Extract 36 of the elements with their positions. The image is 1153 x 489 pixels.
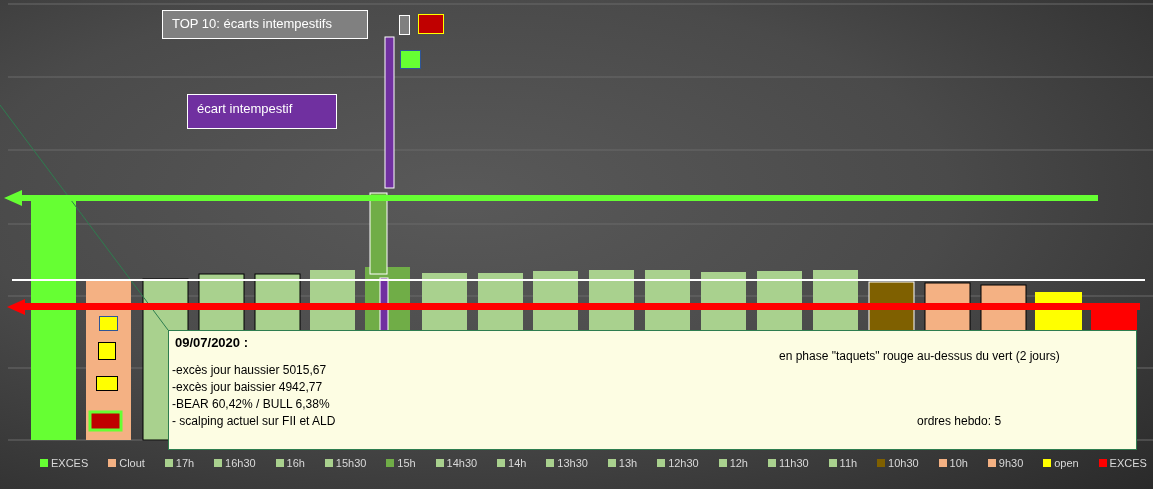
legend-label: 13h bbox=[618, 456, 638, 471]
legend-label: 12h bbox=[729, 456, 748, 471]
note-text: ordres hebdo: 5 bbox=[917, 413, 1002, 430]
note-line: -excès jour haussier 5015,67 bbox=[172, 362, 328, 379]
marker-square bbox=[418, 14, 444, 34]
marker-square bbox=[98, 342, 116, 360]
legend-label: 9h30 bbox=[998, 456, 1024, 471]
note-line: - scalping actuel sur FII et ALD bbox=[172, 413, 336, 430]
marker-square bbox=[400, 50, 421, 69]
note-line: -BEAR 60,42% / BULL 6,38% bbox=[172, 396, 331, 413]
legend-label: 17h bbox=[175, 456, 195, 471]
legend-label: 15h30 bbox=[335, 456, 367, 471]
legend-label: 14h bbox=[508, 456, 527, 471]
legend-label: 13h30 bbox=[557, 456, 588, 471]
legend-label: 11h bbox=[839, 456, 858, 471]
legend-label: 11h30 bbox=[778, 456, 809, 471]
marker-square bbox=[399, 15, 410, 35]
legend-label: 16h30 bbox=[225, 456, 256, 471]
marker-square bbox=[88, 410, 123, 432]
note-line: -excès jour baissier 4942,77 bbox=[172, 379, 324, 396]
legend-label: EXCES bbox=[1109, 456, 1147, 471]
label-box: écart intempestif bbox=[187, 94, 337, 129]
legend-label: 10h30 bbox=[888, 456, 919, 471]
legend-label: Clout bbox=[119, 456, 145, 471]
legend-label: 15h bbox=[397, 456, 416, 471]
legend-label: 10h bbox=[949, 456, 968, 471]
marker-square bbox=[96, 376, 118, 391]
legend-label: 12h30 bbox=[668, 456, 699, 471]
legend-label: EXCES bbox=[51, 456, 89, 471]
marker-square bbox=[99, 316, 118, 331]
note-date: 09/07/2020 : bbox=[175, 334, 248, 352]
chart-title-box: TOP 10: écarts intempestifs bbox=[162, 10, 368, 39]
legend-label: 14h30 bbox=[446, 456, 478, 471]
note-text: en phase "taquets" rouge au-dessus du vert (2 jours) bbox=[779, 348, 1060, 365]
legend-label: open bbox=[1054, 456, 1079, 471]
legend-label: 16h bbox=[286, 456, 305, 471]
